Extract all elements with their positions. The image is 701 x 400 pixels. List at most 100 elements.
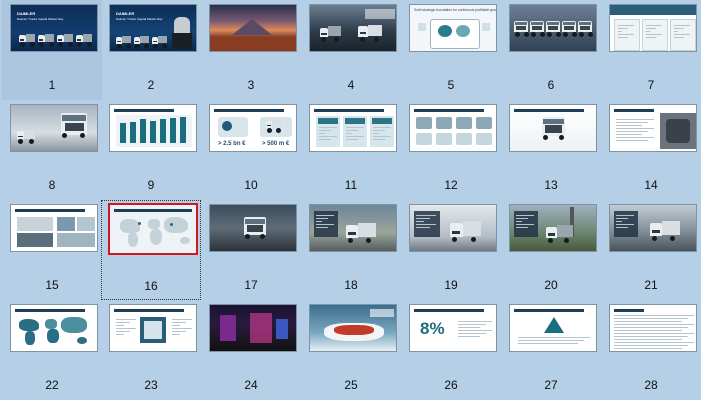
slide-thumbnail[interactable] <box>309 304 397 352</box>
truck-front-graphic <box>562 21 577 37</box>
slide-cell-28[interactable]: 28 <box>601 300 701 400</box>
truck-front-graphic <box>546 21 561 37</box>
slide-cell-26[interactable]: 8% 26 <box>401 300 501 400</box>
wheel <box>670 236 675 241</box>
slide-cell-15[interactable]: 15 <box>2 200 102 300</box>
slide-thumbnail[interactable] <box>109 304 197 352</box>
wheel <box>578 31 584 37</box>
text-line <box>674 28 684 29</box>
slide-cell-3[interactable]: 3 <box>201 0 301 100</box>
slide-thumbnail[interactable] <box>309 204 397 252</box>
slide-cell-17[interactable]: 17 <box>201 200 301 300</box>
slide-thumbnail[interactable] <box>108 203 198 255</box>
slide-cell-4[interactable]: 4 <box>301 0 401 100</box>
mountain <box>232 19 272 35</box>
continent <box>25 331 35 345</box>
wheel <box>153 43 158 49</box>
slide-thumbnail[interactable] <box>509 204 597 252</box>
slide-number: 10 <box>244 178 258 192</box>
slide-cell-2[interactable]: DAIMLER Daimler Trucks Capital Market Day… <box>101 0 201 100</box>
truck-graphic <box>358 23 382 42</box>
slide-number: 2 <box>147 78 155 92</box>
slide-cell-16[interactable]: 16 <box>101 200 201 300</box>
slide-cell-7[interactable]: 7 <box>601 0 701 100</box>
continent <box>45 319 57 329</box>
caption-box <box>365 9 395 19</box>
slide-number: 7 <box>647 78 655 92</box>
slide-thumbnail[interactable] <box>509 4 597 52</box>
slide-thumbnail[interactable]: > 2.5 bn € > 500 m € <box>209 104 297 152</box>
windshield <box>546 22 559 26</box>
column-header <box>318 118 338 124</box>
text-line <box>646 25 662 26</box>
slide-thumbnail[interactable] <box>409 104 497 152</box>
text-line <box>373 136 391 137</box>
truck-grill <box>267 124 271 126</box>
slide-thumbnail[interactable] <box>10 104 98 152</box>
slide-thumbnail[interactable] <box>609 104 697 152</box>
slide-cell-8[interactable]: 8 <box>2 100 102 200</box>
trailer <box>122 36 131 43</box>
slide-cell-25[interactable]: 25 <box>301 300 401 400</box>
slide-cell-11[interactable]: 11 <box>301 100 401 200</box>
slide-thumbnail[interactable]: 8% <box>409 304 497 352</box>
truck-grill <box>117 40 121 42</box>
slide-thumbnail[interactable] <box>509 104 597 152</box>
slide-thumbnail[interactable]: DAIMLER Daimler Trucks Capital Market Day <box>109 4 197 52</box>
slide-cell-20[interactable]: 20 <box>501 200 601 300</box>
slide-cell-6[interactable]: 6 <box>501 0 601 100</box>
slide-cell-14[interactable]: 14 <box>601 100 701 200</box>
truck-front-graphic <box>530 21 545 37</box>
text-line <box>646 28 656 29</box>
slide-cell-5[interactable]: Solid strategic foundation for continuou… <box>401 0 501 100</box>
slide-cell-10[interactable]: > 2.5 bn € > 500 m € 10 <box>201 100 301 200</box>
slide-thumbnail[interactable] <box>309 4 397 52</box>
slide-thumbnail[interactable] <box>609 4 697 52</box>
chart-bar <box>150 121 156 143</box>
text-lines <box>172 319 192 337</box>
slide-cell-19[interactable]: 19 <box>401 200 501 300</box>
side-box <box>482 23 490 31</box>
text-line <box>618 34 634 35</box>
slide-cell-23[interactable]: 23 <box>101 300 201 400</box>
slide-sorter: DAIMLER Daimler Trucks Capital Market Day… <box>0 0 701 400</box>
slide-thumbnail[interactable] <box>609 204 697 252</box>
slide-number: 6 <box>547 78 555 92</box>
text-line <box>518 340 584 341</box>
slide-number: 19 <box>444 278 458 292</box>
slide-thumbnail[interactable] <box>309 104 397 152</box>
text-line <box>373 130 385 131</box>
slide-cell-13[interactable]: 13 <box>501 100 601 200</box>
image-tile <box>476 133 492 145</box>
truck-graphic <box>450 219 482 242</box>
text-line <box>458 336 480 337</box>
text-line <box>616 131 648 132</box>
slide-thumbnail[interactable] <box>409 204 497 252</box>
slide-cell-22[interactable]: 22 <box>2 300 102 400</box>
slide-thumbnail[interactable] <box>509 304 597 352</box>
slide-thumbnail[interactable]: Solid strategic foundation for continuou… <box>409 4 497 52</box>
text-line <box>458 324 486 325</box>
slide-cell-27[interactable]: 27 <box>501 300 601 400</box>
truck-grill <box>359 31 366 35</box>
slide-cell-18[interactable]: 18 <box>301 200 401 300</box>
slide-thumbnail[interactable] <box>10 204 98 252</box>
text-lines <box>616 119 654 143</box>
slide-thumbnail[interactable] <box>209 204 297 252</box>
slide-cell-1[interactable]: DAIMLER Daimler Trucks Capital Market Day… <box>2 0 102 100</box>
slide-thumbnail[interactable] <box>609 304 697 352</box>
text-line <box>614 345 688 346</box>
continent <box>19 319 39 331</box>
slide-cell-12[interactable]: 12 <box>401 100 501 200</box>
slide-thumbnail[interactable] <box>10 304 98 352</box>
slide-thumbnail[interactable] <box>209 4 297 52</box>
wheel <box>267 127 272 133</box>
text-line <box>316 221 322 222</box>
slide-cell-24[interactable]: 24 <box>201 300 301 400</box>
slide-thumbnail[interactable]: DAIMLER Daimler Trucks Capital Market Day <box>10 4 98 52</box>
slide-thumbnail[interactable] <box>109 104 197 152</box>
slide-cell-9[interactable]: 9 <box>101 100 201 200</box>
photo-tile <box>57 217 75 231</box>
slide-thumbnail[interactable] <box>209 304 297 352</box>
slide-cell-21[interactable]: 21 <box>601 200 701 300</box>
